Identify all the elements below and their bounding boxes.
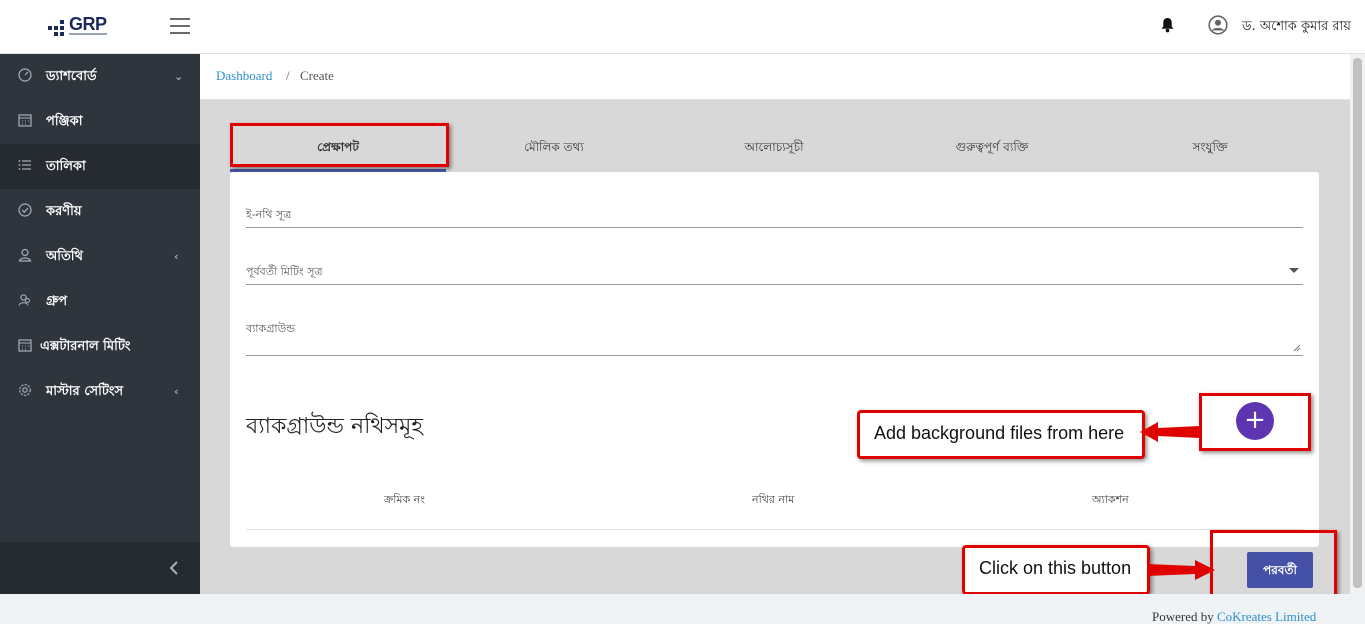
scrollbar-thumb[interactable] (1353, 58, 1362, 588)
sidebar-item-label: করণীয় (46, 204, 82, 219)
vertical-scrollbar[interactable] (1350, 54, 1365, 594)
table-divider (246, 529, 1303, 530)
footer-prefix: Powered by (1152, 609, 1214, 624)
highlight-add-button (1199, 393, 1311, 451)
previous-meeting-placeholder: পূর্ববর্তী মিটিং সূত্র (246, 265, 323, 278)
highlight-next-button (1210, 530, 1337, 598)
sidebar: ড্যাশবোর্ড ⌄ পঞ্জিকা তালিকা করণীয় অতিথি… (0, 54, 200, 594)
callout-arrow-right-icon (1147, 560, 1215, 580)
menu-toggle-icon[interactable] (170, 18, 190, 34)
background-files-title: ব্যাকগ্রাউন্ড নথিসমূহ (246, 414, 423, 439)
breadcrumb-current: Create (300, 68, 334, 83)
dropdown-arrow-icon (1289, 268, 1299, 273)
tab-attachments[interactable]: সংযুক্তি (1102, 132, 1318, 172)
check-circle-icon (18, 203, 32, 217)
sidebar-item-label: পঞ্জিকা (46, 114, 83, 129)
group-icon (18, 294, 30, 306)
sidebar-item-label: এক্সটারনাল মিটিং (40, 339, 131, 354)
logo-tagline (69, 33, 107, 35)
sidebar-item-calendar[interactable]: পঞ্জিকা (0, 99, 200, 144)
background-textarea[interactable]: ব্যাকগ্রাউন্ড (246, 315, 1303, 356)
breadcrumb-dashboard-link[interactable]: Dashboard (216, 68, 272, 84)
tab-basic-info[interactable]: মৌলিক তথ্য (446, 132, 662, 172)
footer-credit: Powered by CoKreates Limited (1152, 609, 1316, 625)
form-card: ই-নথি সূত্র পূর্ববর্তী মিটিং সূত্র ব্যাক… (230, 172, 1319, 547)
callout-add-files-text: Add background files from here (874, 423, 1125, 443)
tab-agenda[interactable]: আলোচ্যসূচী (666, 132, 882, 172)
column-serial: ক্রমিক নং (384, 493, 425, 506)
user-name[interactable]: ড. অশোক কুমার রায় (1242, 17, 1352, 38)
sidebar-item-label: ড্যাশবোর্ড (46, 69, 97, 84)
sidebar-item-list[interactable]: তালিকা (0, 144, 200, 189)
gear-icon (19, 384, 31, 396)
previous-meeting-select[interactable]: পূর্ববর্তী মিটিং সূত্র (246, 258, 1303, 285)
sidebar-item-label: তালিকা (46, 159, 86, 174)
breadcrumb-separator: / (286, 68, 290, 83)
sidebar-item-label: গ্রুপ (46, 294, 68, 309)
breadcrumb: Dashboard / Create (200, 54, 1350, 100)
sidebar-item-guest[interactable]: অতিথি ‹ (0, 234, 200, 279)
logo-text: GRP (69, 14, 107, 34)
notification-bell-icon[interactable] (1160, 17, 1175, 33)
highlight-tab-context (230, 123, 449, 167)
footer-company-link[interactable]: CoKreates Limited (1217, 609, 1316, 624)
calendar-icon (18, 339, 32, 352)
sidebar-item-label: মাস্টার সেটিংস (46, 384, 124, 399)
sidebar-item-todo[interactable]: করণীয় (0, 189, 200, 234)
sidebar-item-dashboard[interactable]: ড্যাশবোর্ড ⌄ (0, 54, 200, 99)
user-avatar-icon[interactable] (1208, 15, 1228, 35)
footer: Powered by CoKreates Limited (0, 594, 1365, 624)
sidebar-collapse-button[interactable] (0, 542, 200, 594)
enothi-reference-input[interactable]: ই-নথি সূত্র (246, 202, 1303, 228)
background-placeholder: ব্যাকগ্রাউন্ড (246, 322, 295, 335)
chevron-down-icon: ⌄ (174, 70, 184, 83)
user-icon (18, 248, 32, 262)
sidebar-item-master-settings[interactable]: মাস্টার সেটিংস ‹ (0, 369, 200, 414)
sidebar-item-label: অতিথি (46, 249, 83, 264)
callout-next-text: Click on this button (979, 558, 1132, 578)
enothi-reference-placeholder: ই-নথি সূত্র (246, 208, 292, 221)
chevron-left-icon: ‹ (174, 385, 179, 398)
callout-arrow-left-icon (1140, 422, 1200, 442)
column-file-name: নথির নাম (752, 493, 795, 506)
callout-next: Click on this button (962, 545, 1150, 595)
calendar-icon (18, 114, 32, 127)
column-action: অ্যাকশন (1092, 493, 1129, 506)
grp-logo[interactable]: GRP (46, 14, 110, 40)
chevron-left-icon (169, 561, 178, 575)
top-bar: GRP ড. অশোক কুমার রায় (0, 0, 1365, 54)
resize-grip-icon[interactable] (1293, 344, 1301, 352)
chevron-left-icon: ‹ (174, 250, 179, 263)
list-icon (18, 160, 31, 170)
callout-add-files: Add background files from here (857, 410, 1145, 459)
dashboard-gauge-icon (18, 68, 32, 82)
sidebar-item-external-meeting[interactable]: এক্সটারনাল মিটিং (0, 324, 200, 369)
tab-important-persons[interactable]: গুরুত্বপূর্ণ ব্যক্তি (884, 132, 1100, 172)
sidebar-item-group[interactable]: গ্রুপ (0, 279, 200, 324)
